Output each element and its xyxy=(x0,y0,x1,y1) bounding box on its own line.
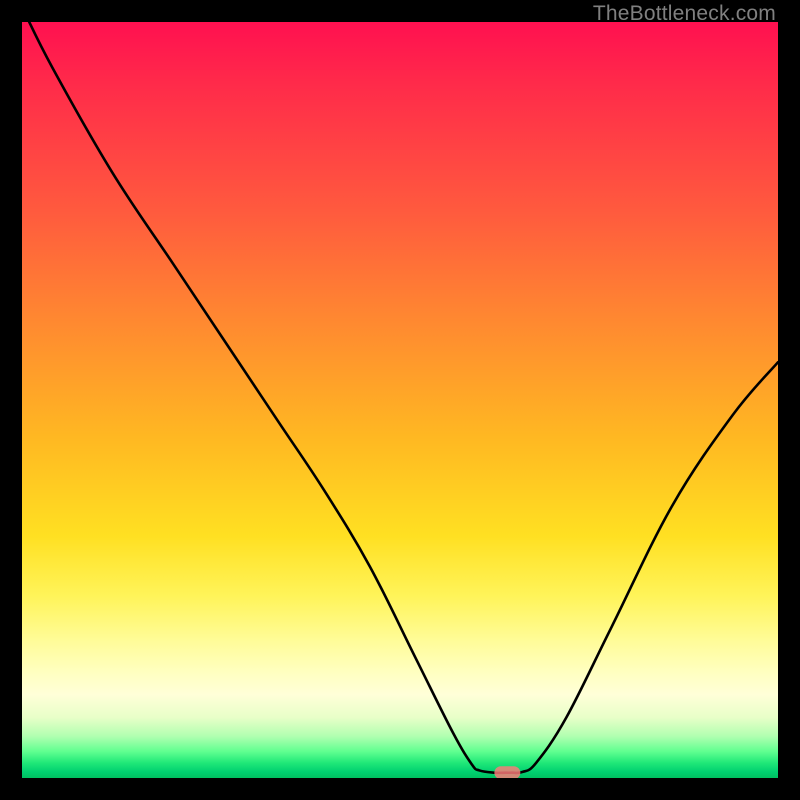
bottleneck-curve xyxy=(22,22,778,773)
watermark: TheBottleneck.com xyxy=(593,2,776,26)
optimal-marker xyxy=(494,766,520,778)
chart-svg xyxy=(22,22,778,778)
chart-frame: TheBottleneck.com xyxy=(0,0,800,800)
